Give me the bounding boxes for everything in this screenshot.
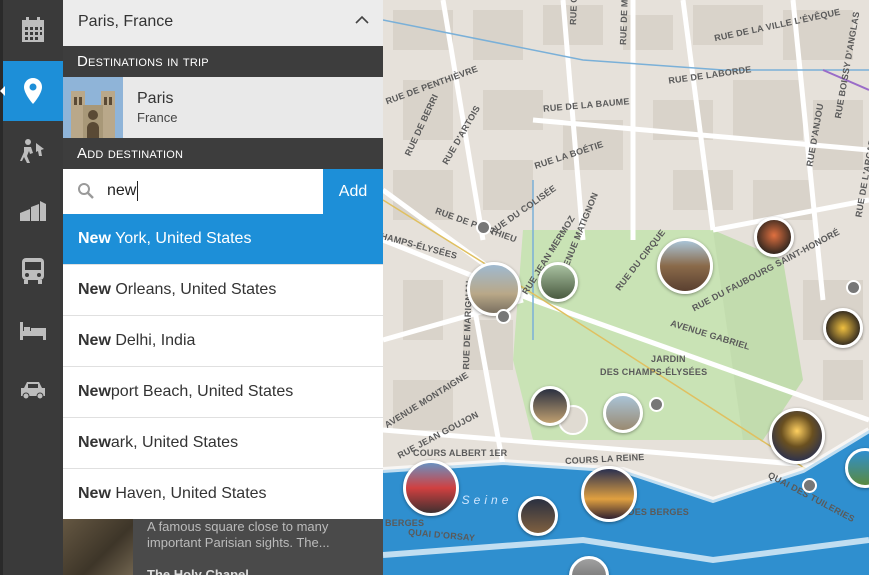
- suggestion-item[interactable]: Newport Beach, United States: [63, 367, 383, 418]
- trip-title: Paris, France: [78, 13, 174, 30]
- suggestion-match: New: [78, 485, 111, 502]
- suggestion-item[interactable]: New Orleans, United States: [63, 265, 383, 316]
- bus-nav-button[interactable]: [3, 241, 63, 301]
- suggestion-match: New: [78, 434, 111, 451]
- add-destination-button[interactable]: Add: [323, 169, 383, 214]
- suggestion-rest: ark, United States: [110, 434, 239, 451]
- map-point-marker[interactable]: [846, 280, 861, 295]
- suggestion-match: New: [78, 230, 111, 247]
- add-destination-section-header: Add destination: [63, 138, 383, 169]
- suggestion-match: New: [78, 383, 111, 400]
- attraction-marker[interactable]: [603, 393, 643, 433]
- attraction-marker[interactable]: [538, 262, 578, 302]
- active-indicator-arrow: [0, 86, 5, 96]
- bus-icon: [22, 258, 44, 284]
- map-point-marker[interactable]: [649, 397, 664, 412]
- suggestion-rest: Orleans, United States: [110, 281, 277, 298]
- suggestion-match: New: [78, 332, 111, 349]
- suggestion-item[interactable]: New Haven, United States: [63, 469, 383, 520]
- destination-thumbnail: [63, 77, 123, 138]
- attraction-marker[interactable]: [823, 308, 863, 348]
- attraction-marker[interactable]: [403, 460, 459, 516]
- flights-icon: [20, 201, 46, 221]
- destination-name: Paris: [137, 90, 174, 107]
- car-rental-nav-button[interactable]: [3, 361, 63, 421]
- text-caret: [137, 181, 138, 201]
- attraction-marker[interactable]: [518, 496, 558, 536]
- chevron-up-icon[interactable]: [355, 15, 369, 24]
- attraction-marker[interactable]: [657, 238, 713, 294]
- activities-nav-button[interactable]: [3, 121, 63, 181]
- attraction-marker[interactable]: [467, 262, 521, 316]
- calendar-nav-button[interactable]: [3, 0, 63, 60]
- attraction-marker[interactable]: [530, 386, 570, 426]
- attraction-marker[interactable]: [581, 466, 637, 522]
- section-label: Destinations in trip: [77, 53, 209, 70]
- suggestion-list: New York, United States New Orleans, Uni…: [63, 214, 383, 520]
- car-icon: [21, 382, 45, 400]
- flights-nav-button[interactable]: [3, 181, 63, 241]
- street-label: JARDIN: [651, 354, 686, 364]
- street-label: COURS ALBERT 1ER: [413, 448, 508, 458]
- trip-selector[interactable]: Paris, France: [63, 0, 383, 47]
- destination-item[interactable]: Paris France: [63, 77, 383, 138]
- attraction-marker[interactable]: [754, 217, 794, 257]
- street-label: DES CHAMPS-ÉLYSÉES: [600, 367, 708, 377]
- destinations-panel: Paris, France Destinations in trip Paris…: [63, 0, 383, 575]
- bed-icon: [20, 322, 46, 340]
- activities-icon: [20, 139, 44, 163]
- suggestion-item[interactable]: New York, United States: [63, 214, 383, 265]
- search-icon: [78, 183, 94, 199]
- calendar-icon: [22, 17, 44, 42]
- section-label: Add destination: [77, 145, 184, 162]
- suggestion-rest: Haven, United States: [110, 485, 267, 502]
- suggestion-match: New: [78, 281, 111, 298]
- add-destination-row: Add: [63, 169, 383, 214]
- map-point-marker[interactable]: [802, 478, 817, 493]
- suggestion-item[interactable]: New Delhi, India: [63, 316, 383, 367]
- destination-country: France: [137, 110, 178, 125]
- suggestion-rest: Delhi, India: [110, 332, 196, 349]
- attraction-list-partial: A famous square close to many important …: [63, 519, 383, 575]
- navigation-rail: [0, 0, 63, 575]
- map-point-marker[interactable]: [496, 309, 511, 324]
- destination-search-input[interactable]: [107, 177, 317, 205]
- street-label: BERGES: [385, 518, 425, 528]
- attraction-thumbnail: [63, 519, 133, 575]
- suggestion-rest: York, United States: [110, 230, 252, 247]
- street-label: DES BERGES: [628, 507, 690, 517]
- destinations-nav-button[interactable]: [3, 61, 63, 121]
- map-point-marker[interactable]: [476, 220, 491, 235]
- suggestion-item[interactable]: Newark, United States: [63, 418, 383, 469]
- suggestion-rest: port Beach, United States: [110, 383, 294, 400]
- attraction-title[interactable]: The Holy Chapel: [147, 567, 249, 575]
- destinations-section-header: Destinations in trip: [63, 46, 383, 77]
- attraction-description: A famous square close to many important …: [147, 519, 330, 550]
- hotels-nav-button[interactable]: [3, 301, 63, 361]
- location-pin-icon: [24, 78, 42, 104]
- map-view[interactable]: La Seine RUE LA BOÉTIE RUE DE LA BAUME R…: [383, 0, 869, 575]
- attraction-marker[interactable]: [769, 408, 825, 464]
